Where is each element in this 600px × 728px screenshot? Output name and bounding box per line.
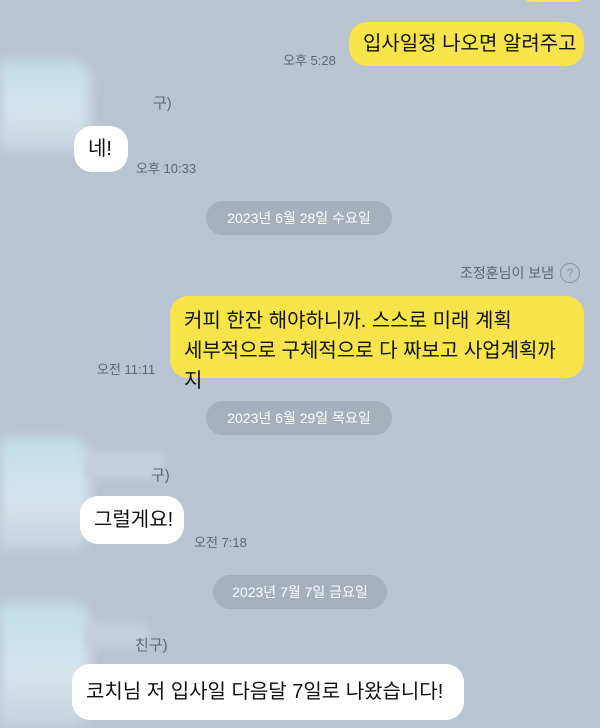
date-separator: 2023년 6월 29일 목요일	[206, 401, 392, 435]
message-timestamp: 오후 10:33	[136, 161, 197, 176]
date-separator: 2023년 6월 28일 수요일	[206, 201, 392, 235]
sender-name: 구)	[151, 467, 170, 484]
message-text: 코치님 저 입사일 다음달 7일로 나왔습니다!	[86, 681, 444, 703]
sender-avatar[interactable]	[0, 438, 90, 550]
sent-by-note: 조정훈님이 보냄 ?	[460, 263, 580, 283]
message-timestamp: 오전 11:11	[97, 362, 156, 377]
incoming-message-bubble[interactable]: 코치님 저 입사일 다음달 7일로 나왔습니다!	[72, 664, 464, 720]
chat-area[interactable]: 입사일정 나오면 알려주고 오후 5:28 구) 네! 오후 10:33 202…	[0, 0, 600, 728]
question-circle-icon[interactable]: ?	[560, 263, 580, 283]
message-timestamp: 오후 5:28	[283, 53, 336, 68]
outgoing-bubble-partial	[520, 0, 586, 2]
date-separator: 2023년 7월 7일 금요일	[213, 575, 387, 609]
incoming-message-bubble[interactable]: 네!	[74, 126, 128, 172]
outgoing-message-bubble[interactable]: 입사일정 나오면 알려주고	[349, 22, 584, 66]
incoming-message-bubble[interactable]: 그럴게요!	[80, 496, 184, 544]
message-text: 네!	[88, 138, 112, 160]
sender-name: 구)	[153, 95, 172, 112]
message-timestamp: 오전 7:18	[194, 535, 247, 550]
sent-by-text: 조정훈님이 보냄	[459, 265, 554, 281]
message-text-line: 커피 한잔 해야하니까. 스스로 미래 계획	[184, 310, 512, 332]
message-text: 그럴게요!	[94, 509, 174, 531]
outgoing-message-bubble[interactable]: 커피 한잔 해야하니까. 스스로 미래 계획 세부적으로 구체적으로 다 짜보고…	[170, 296, 584, 392]
message-text: 입사일정 나오면 알려주고	[363, 33, 577, 55]
message-text-line: 세부적으로 구체적으로 다 짜보고 사업계획까지	[184, 340, 556, 392]
sender-name: 친구)	[135, 637, 168, 654]
